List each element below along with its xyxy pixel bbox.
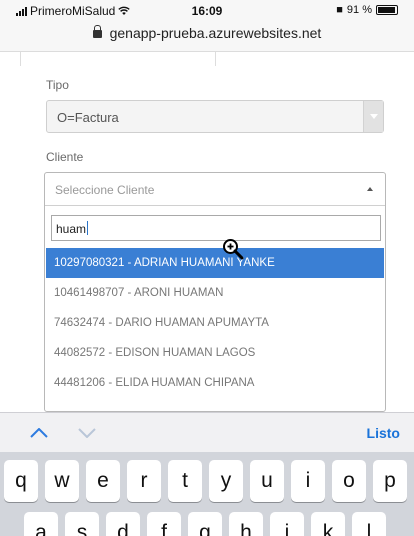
cliente-search-text: huam <box>56 221 89 236</box>
list-item[interactable]: 74632474 - DARIO HUAMAN APUMAYTA <box>46 308 384 338</box>
key-k[interactable]: k <box>311 512 345 536</box>
key-p[interactable]: p <box>373 460 407 502</box>
cliente-results-list: 10297080321 - ADRIAN HUAMANI YANKE 10461… <box>46 248 384 398</box>
key-i[interactable]: i <box>291 460 325 502</box>
battery-icon <box>376 5 398 15</box>
cliente-search-input[interactable]: huam <box>51 215 381 241</box>
next-field-chevron-down-icon[interactable] <box>74 413 100 453</box>
key-u[interactable]: u <box>250 460 284 502</box>
tipo-select[interactable]: O=Factura <box>46 100 384 133</box>
list-item[interactable]: 10297080321 - ADRIAN HUAMANI YANKE <box>46 248 384 278</box>
key-s[interactable]: s <box>65 512 99 536</box>
key-e[interactable]: e <box>86 460 120 502</box>
key-j[interactable]: j <box>270 512 304 536</box>
key-d[interactable]: d <box>106 512 140 536</box>
previous-field-chevron-up-icon[interactable] <box>26 413 52 453</box>
key-f[interactable]: f <box>147 512 181 536</box>
address-bar[interactable]: genapp-prueba.azurewebsites.net <box>0 19 414 52</box>
key-t[interactable]: t <box>168 460 202 502</box>
cliente-label: Cliente <box>46 150 84 164</box>
keyboard: q w e r t y u i o p a s d f g h j k l <box>0 452 414 536</box>
key-r[interactable]: r <box>127 460 161 502</box>
zoom-in-cursor-icon <box>223 239 244 260</box>
key-o[interactable]: o <box>332 460 366 502</box>
chevron-up-icon <box>367 187 373 191</box>
cliente-select[interactable]: Seleccione Cliente <box>45 173 385 206</box>
list-item[interactable]: 44082572 - EDISON HUAMAN LAGOS <box>46 338 384 368</box>
list-item[interactable]: 10461498707 - ARONI HUAMAN <box>46 278 384 308</box>
cliente-dropdown: Seleccione Cliente huam 10297080321 - AD… <box>44 172 386 412</box>
keyboard-accessory-bar: Listo <box>0 412 414 452</box>
done-button[interactable]: Listo <box>367 425 400 441</box>
battery-percent: 91 % <box>346 4 372 16</box>
cliente-placeholder: Seleccione Cliente <box>55 183 155 197</box>
tipo-select-value: O=Factura <box>57 110 119 125</box>
key-q[interactable]: q <box>4 460 38 502</box>
key-w[interactable]: w <box>45 460 79 502</box>
status-right: ■ 91 % <box>336 4 398 16</box>
key-a[interactable]: a <box>24 512 58 536</box>
orientation-lock-icon: ■ <box>336 4 343 16</box>
status-bar: PrimeroMiSalud 16:09 ■ 91 % <box>0 0 414 19</box>
tipo-label: Tipo <box>46 78 69 92</box>
chevron-down-icon <box>363 101 383 132</box>
text-caret <box>87 221 89 235</box>
key-g[interactable]: g <box>188 512 222 536</box>
key-y[interactable]: y <box>209 460 243 502</box>
list-item[interactable]: 44481206 - ELIDA HUAMAN CHIPANA <box>46 368 384 398</box>
key-l[interactable]: l <box>352 512 386 536</box>
lock-icon <box>92 25 102 38</box>
key-h[interactable]: h <box>229 512 263 536</box>
url-text: genapp-prueba.azurewebsites.net <box>109 25 322 41</box>
page-tab-edge <box>20 52 216 66</box>
